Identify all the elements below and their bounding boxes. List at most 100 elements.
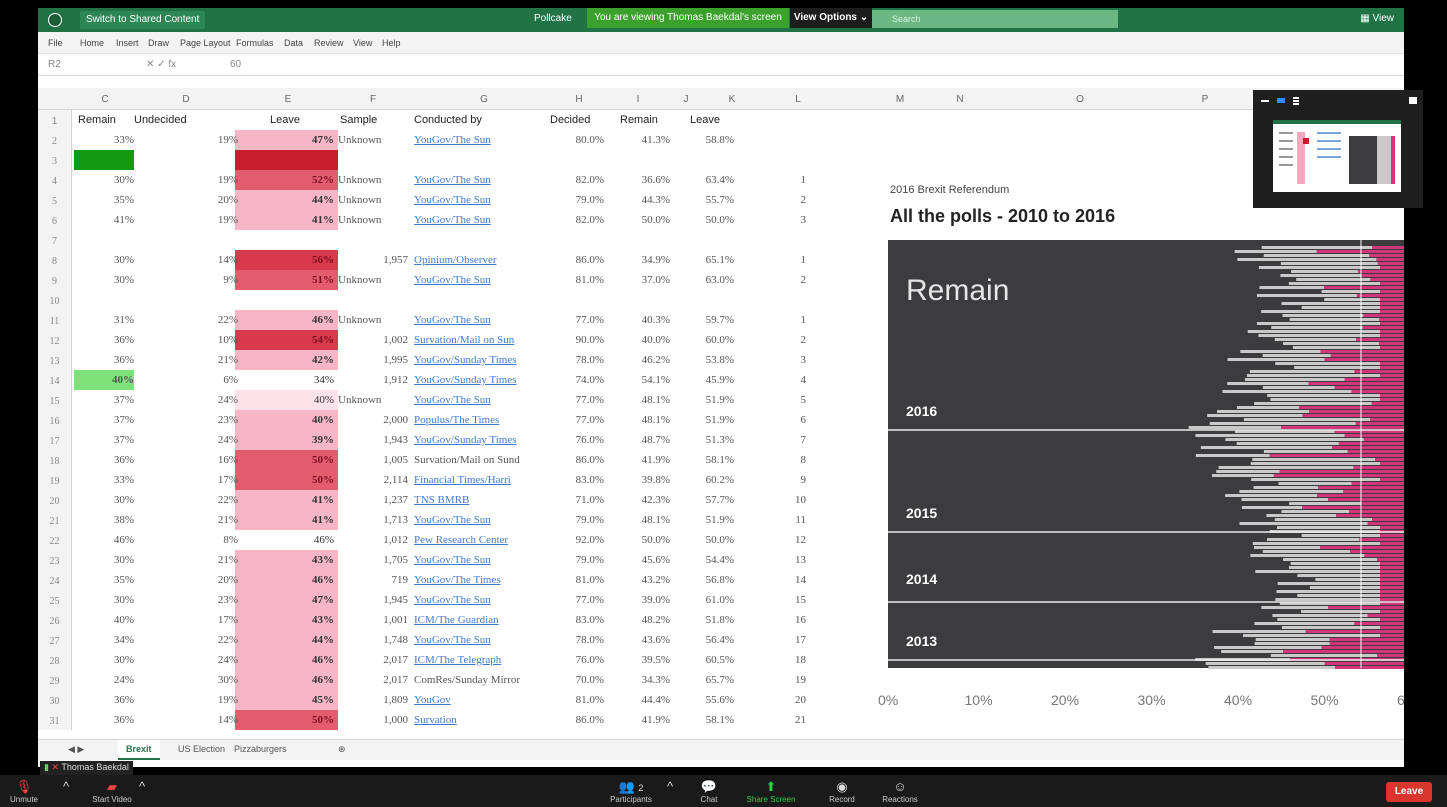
cell-remain[interactable]: 30% [78,650,134,670]
record-button[interactable]: ◉ Record [824,779,860,804]
cell-leave[interactable]: 50% [234,450,334,470]
cell-decided[interactable]: 86.0% [550,710,604,730]
cell-leave[interactable]: 44% [234,190,334,210]
cell-remain2[interactable] [618,230,670,250]
cell-undecided[interactable]: 23% [178,410,238,430]
cell-index[interactable]: 4 [760,370,807,390]
unmute-button[interactable]: 🎙 Unmute [0,779,48,804]
cell-leave[interactable]: 42% [234,350,334,370]
row-number[interactable]: 27 [38,630,72,650]
cell-conducted-by-link[interactable]: YouGov/The Sun [414,550,491,570]
cell-decided[interactable]: 90.0% [550,330,604,350]
cell-remain2[interactable]: 39.5% [618,650,670,670]
row-number[interactable]: 6 [38,210,72,230]
row-number[interactable]: 20 [38,490,72,510]
menu-insert[interactable]: Insert [116,38,139,48]
cell-leave[interactable]: 41% [234,490,334,510]
cell-remain[interactable]: 46% [78,530,134,550]
column-header[interactable]: N [950,94,970,105]
cell-conducted-by-link[interactable]: YouGov/Sunday Times [414,370,517,390]
cell-sample[interactable]: 1,713 [338,510,408,530]
cell-conducted-by-link[interactable]: YouGov/The Sun [414,130,491,150]
cell-decided[interactable]: 76.0% [550,430,604,450]
cell-undecided[interactable]: 21% [178,350,238,370]
row-number[interactable]: 3 [38,150,72,170]
cell-leave2[interactable]: 60.2% [686,470,734,490]
cell-conducted-by-link[interactable]: YouGov/The Sun [414,190,491,210]
column-header[interactable]: P [1195,94,1215,105]
cell-remain[interactable]: 33% [78,470,134,490]
cell-undecided[interactable]: 21% [178,510,238,530]
cell-leave[interactable]: 44% [234,630,334,650]
cell-leave2[interactable]: 63.0% [686,270,734,290]
cell-conducted-by-link[interactable]: Survation/Mail on Sun [414,330,514,350]
cell-remain2[interactable]: 40.3% [618,310,670,330]
cell-remain2[interactable]: 43.6% [618,630,670,650]
cell-undecided[interactable]: 19% [178,210,238,230]
row-number[interactable]: 7 [38,230,72,250]
cell-index[interactable]: 1 [760,310,807,330]
cell-remain[interactable]: 30% [78,550,134,570]
cell-leave[interactable]: 43% [234,550,334,570]
cell-conducted-by-link[interactable]: TNS BMRB [414,490,469,510]
cell-conducted-by[interactable]: ComRes/Sunday Mirror [414,670,520,690]
cell-remain2[interactable]: 36.6% [618,170,670,190]
cell-undecided[interactable]: 19% [178,170,238,190]
cell-remain[interactable]: 36% [78,690,134,710]
cell-undecided[interactable]: 30% [178,670,238,690]
header-undecided[interactable]: Undecided [134,110,187,130]
cell-decided[interactable]: 77.0% [550,590,604,610]
cell-leave[interactable]: 39% [234,430,334,450]
formula-input[interactable]: 60 [230,59,241,70]
cell-index[interactable]: 1 [760,170,807,190]
cell-sample[interactable]: 1,945 [338,590,408,610]
cell-conducted-by-link[interactable]: YouGov [414,690,451,710]
cell-index[interactable] [760,150,806,170]
cell-index[interactable]: 7 [760,430,807,450]
cell-leave[interactable]: 51% [234,270,334,290]
cell-leave[interactable] [234,290,334,310]
cell-leave[interactable]: 40% [234,410,334,430]
cell-remain[interactable]: 37% [78,430,134,450]
cell-leave2[interactable]: 61.0% [686,590,734,610]
cell-conducted-by-link[interactable]: Pew Research Center [414,530,508,550]
cell-undecided[interactable]: 14% [178,710,238,730]
cell-remain[interactable]: 37% [78,410,134,430]
menu-review[interactable]: Review [314,38,344,48]
cell-index[interactable]: 5 [760,390,807,410]
cell-index[interactable]: 19 [760,670,806,690]
menu-help[interactable]: Help [382,38,401,48]
menu-data[interactable]: Data [284,38,303,48]
menu-formulas[interactable]: Formulas [236,38,274,48]
cell-remain[interactable]: 35% [78,190,134,210]
cell-sample[interactable]: 1,002 [338,330,408,350]
menu-view[interactable]: View [353,38,372,48]
cell-index[interactable]: 8 [760,450,807,470]
polls-chart[interactable]: Remain 2016 2015 2014 2013 [888,240,1404,680]
cell-sample[interactable]: Unknown [338,130,381,150]
header-sample[interactable]: Sample [340,110,377,130]
cell-remain2[interactable]: 34.9% [618,250,670,270]
cell-index[interactable]: 2 [760,190,807,210]
header-decided[interactable]: Decided [550,110,590,130]
cell-leave2[interactable]: 65.1% [686,250,734,270]
cell-leave[interactable]: 34% [234,370,334,390]
cell-leave[interactable]: 54% [234,330,334,350]
start-video-button[interactable]: ▰ Start Video [80,779,144,804]
cell-leave2[interactable]: 58.8% [686,130,734,150]
cell-undecided[interactable]: 19% [178,690,238,710]
cell-leave2[interactable]: 51.9% [686,510,734,530]
column-header[interactable]: I [628,94,648,105]
row-number[interactable]: 24 [38,570,72,590]
cell-remain2[interactable]: 43.2% [618,570,670,590]
cell-remain2[interactable]: 54.1% [618,370,670,390]
cell-sample[interactable]: 1,005 [338,450,408,470]
header-remain[interactable]: Remain [78,110,116,130]
cell-leave2[interactable]: 59.7% [686,310,734,330]
cell-index[interactable]: 16 [760,610,806,630]
cell-leave[interactable]: 41% [234,510,334,530]
tab-brexit[interactable]: Brexit [118,740,160,760]
cell-decided[interactable] [550,290,604,310]
cell-leave2[interactable]: 65.7% [686,670,734,690]
cell-index[interactable]: 2 [760,330,807,350]
